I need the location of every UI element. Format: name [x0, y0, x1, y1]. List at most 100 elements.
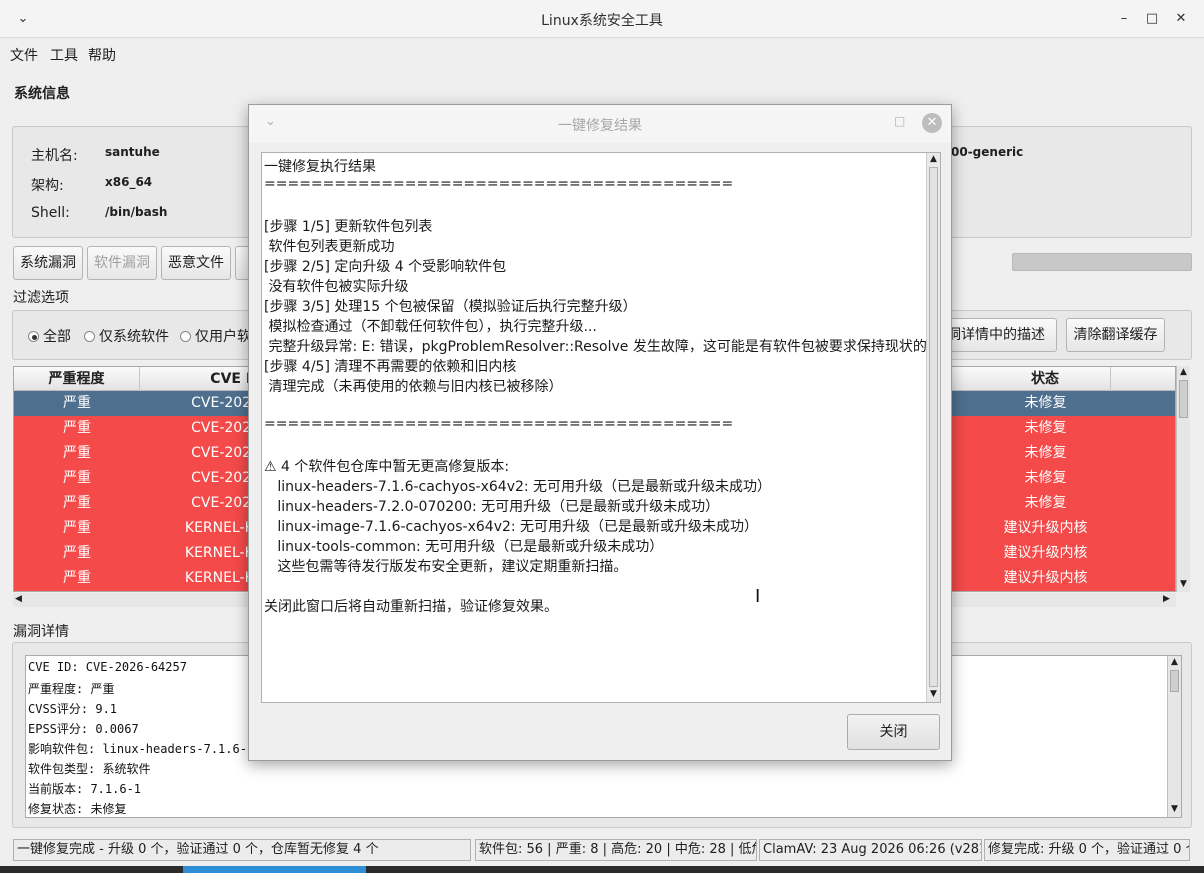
dialog-line: [步骤 4/5] 清理不再需要的依赖和旧内核: [264, 359, 517, 375]
cell-severity: 严重: [63, 420, 91, 436]
hostname-label: 主机名:: [31, 148, 78, 164]
menu-tools[interactable]: 工具: [50, 45, 78, 65]
dialog-line: [步骤 2/5] 定向升级 4 个受影响软件包: [264, 259, 507, 275]
dialog-line: [步骤 3/5] 处理15 个包被保留（模拟验证后执行完整升级）: [264, 299, 637, 315]
menu-help[interactable]: 帮助: [88, 45, 116, 65]
status-counts: 软件包: 56 | 严重: 8 | 高危: 20 | 中危: 28 | 低危: …: [475, 839, 757, 861]
detail-line: 修复状态: 未修复: [28, 802, 127, 816]
table-vertical-scrollbar[interactable]: ▲ ▼: [1176, 366, 1190, 592]
arch-label: 架构:: [31, 178, 64, 194]
dialog-line: 模拟检查通过（不卸载任何软件包），执行完整升级...: [264, 319, 597, 335]
window-title: Linux系统安全工具: [541, 13, 663, 29]
scan-progress-bar: [1012, 253, 1192, 271]
detail-line: CVE ID: CVE-2026-64257: [28, 660, 187, 674]
radio-user-only[interactable]: 仅用户软: [180, 326, 251, 346]
status-message: 一键修复完成 - 升级 0 个，验证通过 0 个，仓库暂无修复 4 个: [13, 839, 471, 861]
detail-line: 当前版本: 7.1.6-1: [28, 782, 142, 796]
tab-malware[interactable]: 恶意文件: [161, 246, 231, 280]
dialog-title: 一键修复结果: [558, 118, 642, 134]
scroll-thumb[interactable]: [1179, 380, 1188, 418]
cell-status: 建议升级内核: [1003, 570, 1088, 586]
detail-scrollbar[interactable]: ▲ ▼: [1167, 656, 1181, 817]
dialog-line: linux-headers-7.2.0-070200: 无可用升级（已是最新或升…: [264, 499, 720, 515]
cell-severity: 严重: [63, 545, 91, 561]
status-clamav: ClamAV: 23 Aug 2026 06:26 (v28101): [759, 839, 982, 861]
menubar: 文件 工具 帮助: [0, 38, 1204, 70]
dialog-line: 软件包列表更新成功: [264, 239, 395, 255]
dialog-maximize-icon[interactable]: □: [894, 114, 905, 128]
scroll-left-icon[interactable]: ◀: [15, 594, 22, 604]
detail-line: EPSS评分: 0.0067: [28, 722, 139, 736]
dialog-line: 一键修复执行结果: [264, 159, 376, 175]
scroll-down-icon[interactable]: ▼: [1180, 579, 1187, 589]
cell-status: 未修复: [1024, 445, 1067, 461]
cell-status: 建议升级内核: [1003, 520, 1088, 536]
dialog-line: linux-headers-7.1.6-cachyos-x64v2: 无可用升级…: [264, 479, 772, 495]
translate-description-button[interactable]: 洞详情中的描述: [935, 318, 1057, 352]
cell-status: 未修复: [1024, 495, 1067, 511]
scroll-down-icon[interactable]: ▼: [1171, 804, 1178, 814]
dialog-result-text[interactable]: 一键修复执行结果 ================================…: [261, 152, 941, 703]
radio-all[interactable]: 全部: [28, 326, 71, 346]
cell-status: 建议升级内核: [1003, 545, 1088, 561]
dialog-close-button[interactable]: 关闭: [847, 714, 940, 750]
dialog-line: [步骤 1/5] 更新软件包列表: [264, 219, 433, 235]
clear-translation-cache-button[interactable]: 清除翻译缓存: [1066, 318, 1165, 352]
cell-severity: 严重: [63, 395, 91, 411]
hostname-value: santuhe: [105, 145, 160, 159]
cell-severity: 严重: [63, 570, 91, 586]
scroll-up-icon[interactable]: ▲: [1180, 367, 1187, 377]
scroll-right-icon[interactable]: ▶: [1163, 594, 1170, 604]
detail-title: 漏洞详情: [13, 624, 69, 640]
radio-system-only[interactable]: 仅系统软件: [84, 326, 169, 346]
arch-value: x86_64: [105, 175, 153, 189]
dialog-line: ========================================: [264, 416, 734, 432]
menu-file[interactable]: 文件: [10, 45, 38, 65]
col-status[interactable]: 状态: [980, 367, 1111, 391]
close-window-icon[interactable]: ✕: [1170, 8, 1192, 30]
cell-severity: 严重: [63, 445, 91, 461]
shell-label: Shell:: [31, 205, 70, 221]
radio-dot-icon: [84, 331, 95, 342]
window-titlebar: ⌄ Linux系统安全工具 – □ ✕: [0, 0, 1204, 38]
dialog-scrollbar[interactable]: ▲ ▼: [926, 153, 940, 702]
detail-line: 影响软件包: linux-headers-7.1.6-c: [28, 742, 255, 756]
dialog-line: ⚠ 4 个软件包仓库中暂无更高修复版本:: [264, 459, 510, 475]
repair-result-dialog: ⌄ 一键修复结果 □ ✕ 一键修复执行结果 ===================…: [248, 104, 952, 761]
filter-title: 过滤选项: [13, 290, 69, 306]
detail-line: 严重程度: 严重: [28, 682, 115, 696]
taskbar-active-indicator: [183, 866, 366, 873]
dialog-line: 关闭此窗口后将自动重新扫描，验证修复效果。: [264, 599, 558, 615]
cell-severity: 严重: [63, 495, 91, 511]
scroll-thumb[interactable]: [929, 167, 938, 687]
scroll-up-icon[interactable]: ▲: [930, 154, 937, 164]
dialog-line: 没有软件包被实际升级: [264, 279, 409, 295]
shell-value: /bin/bash: [105, 205, 168, 219]
scroll-up-icon[interactable]: ▲: [1171, 657, 1178, 667]
kernel-value: 00-generic: [951, 145, 1024, 159]
tab-system-vulns[interactable]: 系统漏洞: [13, 246, 83, 280]
maximize-icon[interactable]: □: [1141, 8, 1163, 30]
scroll-down-icon[interactable]: ▼: [930, 689, 937, 699]
sysinfo-title: 系统信息: [14, 86, 70, 102]
radio-dot-icon: [28, 331, 39, 342]
detail-line: CVSS评分: 9.1: [28, 702, 118, 716]
minimize-icon[interactable]: –: [1113, 8, 1135, 30]
radio-dot-icon: [180, 331, 191, 342]
dialog-close-icon[interactable]: ✕: [922, 113, 942, 133]
scroll-thumb[interactable]: [1170, 670, 1179, 692]
col-severity[interactable]: 严重程度: [14, 367, 140, 391]
dialog-line: 这些包需等待发行版发布安全更新，建议定期重新扫描。: [264, 559, 628, 575]
status-repair: 修复完成: 升级 0 个，验证通过 0 个: [984, 839, 1190, 861]
dialog-titlebar: ⌄ 一键修复结果 □ ✕: [249, 105, 951, 143]
tab-software-vulns[interactable]: 软件漏洞: [87, 246, 157, 280]
cell-severity: 严重: [63, 470, 91, 486]
detail-line: 软件包类型: 系统软件: [28, 762, 151, 776]
taskbar-strip: [0, 866, 1204, 873]
cell-status: 未修复: [1024, 395, 1067, 411]
cell-status: 未修复: [1024, 470, 1067, 486]
dialog-line: 完整升级异常: E: 错误，pkgProblemResolver::Resolv…: [264, 339, 941, 355]
cell-severity: 严重: [63, 520, 91, 536]
text-cursor-icon: I: [755, 586, 761, 607]
dialog-line: linux-tools-common: 无可用升级（已是最新或升级未成功）: [264, 539, 664, 555]
